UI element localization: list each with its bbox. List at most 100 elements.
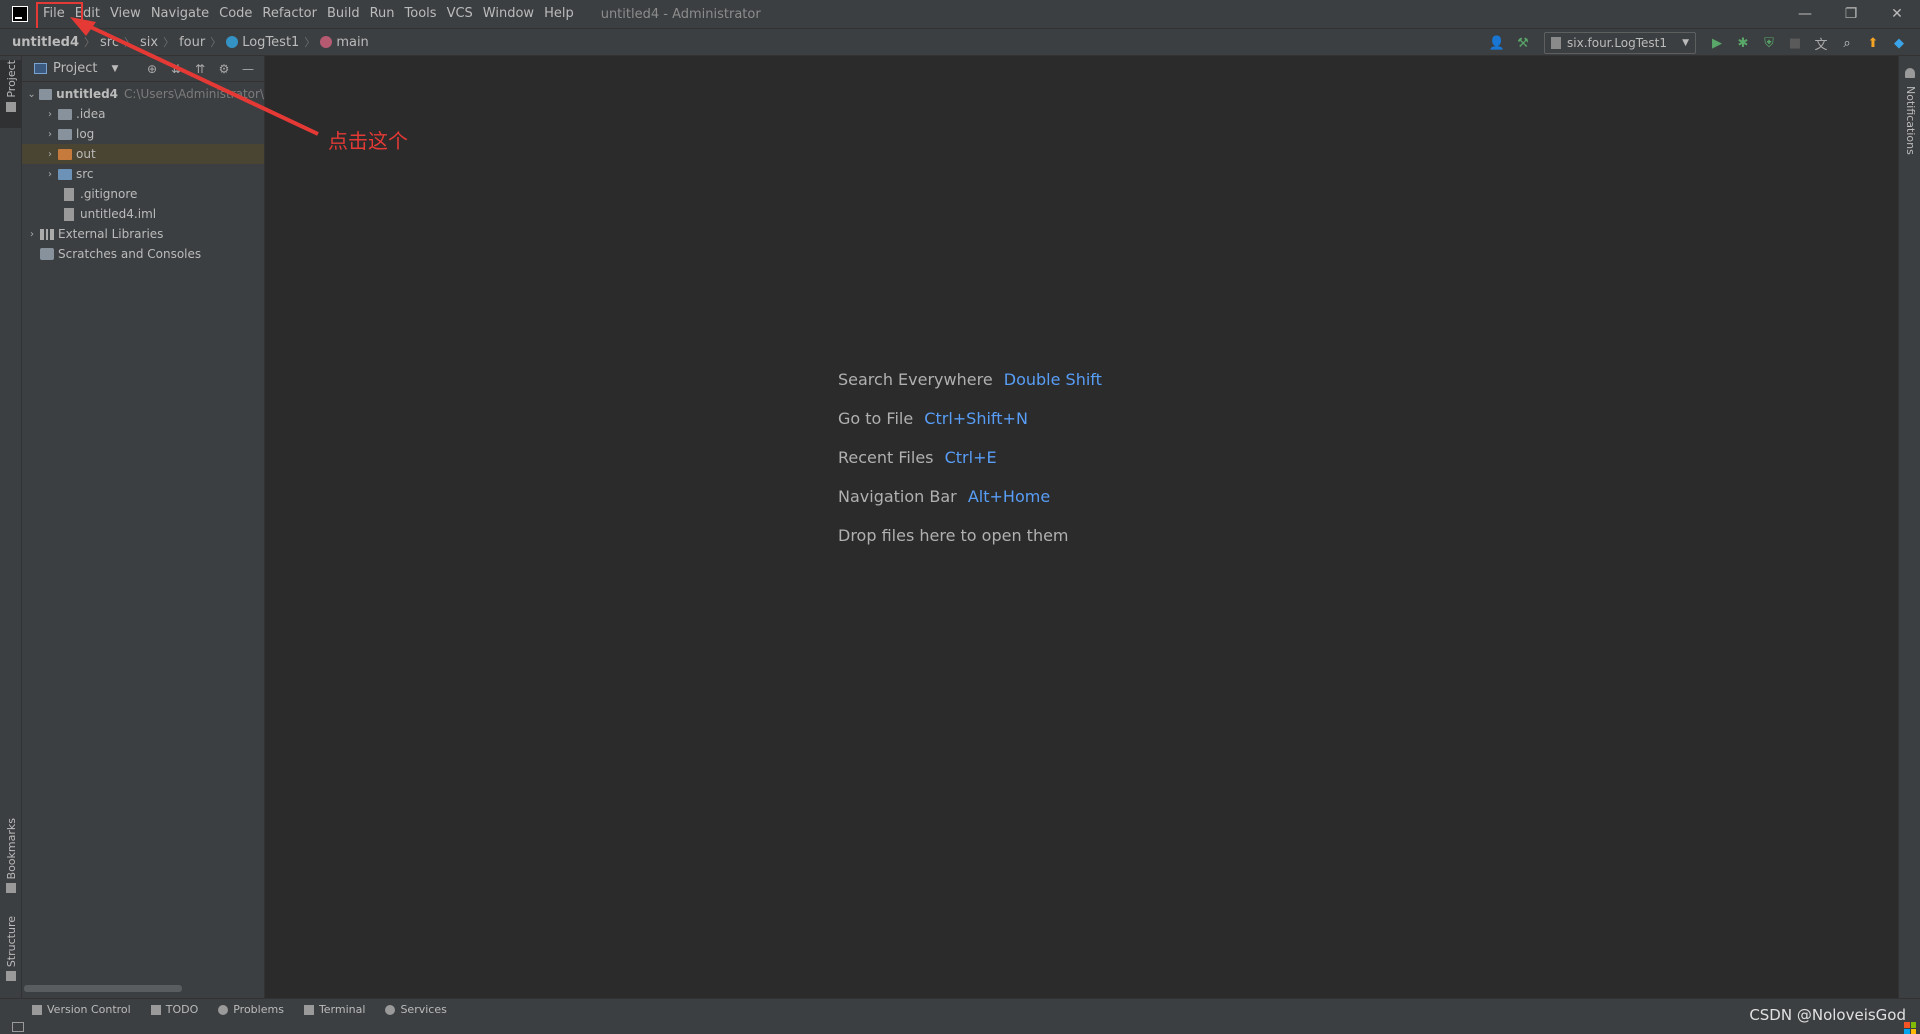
project-panel: Project ▼ ⊕ ⇊ ⇈ ⚙ — ⌄ untitled4 C:\Users… bbox=[22, 56, 265, 998]
intellij-logo-icon[interactable] bbox=[12, 6, 28, 22]
project-panel-header: Project ▼ ⊕ ⇊ ⇈ ⚙ — bbox=[22, 56, 264, 82]
project-path: C:\Users\Administrator\ bbox=[124, 87, 264, 101]
close-button[interactable]: ✕ bbox=[1874, 0, 1920, 28]
services-tab[interactable]: Services bbox=[385, 1003, 447, 1016]
hint-drop-files: Drop files here to open them bbox=[838, 526, 1102, 565]
menu-file[interactable]: File bbox=[36, 0, 83, 30]
chevron-right-icon[interactable]: › bbox=[42, 149, 58, 160]
menu-build[interactable]: Build bbox=[322, 0, 365, 28]
project-tool-tab[interactable]: Project bbox=[0, 60, 22, 128]
chevron-down-icon[interactable]: ▼ bbox=[111, 64, 118, 74]
tree-node-external-libraries[interactable]: › External Libraries bbox=[22, 224, 264, 244]
tree-node-gitignore[interactable]: .gitignore bbox=[22, 184, 264, 204]
update-icon[interactable]: ⬆ bbox=[1865, 35, 1881, 51]
breadcrumb-project[interactable]: untitled4 bbox=[12, 35, 79, 50]
breadcrumb-src[interactable]: src bbox=[100, 35, 119, 50]
locate-file-icon[interactable]: ⊕ bbox=[144, 61, 160, 77]
terminal-tab[interactable]: Terminal bbox=[303, 1003, 365, 1016]
problems-tab[interactable]: Problems bbox=[218, 1003, 284, 1016]
menu-vcs[interactable]: VCS bbox=[442, 0, 478, 28]
stop-icon[interactable]: ■ bbox=[1787, 35, 1803, 51]
hint-shortcut: Ctrl+Shift+N bbox=[924, 409, 1028, 428]
horizontal-scrollbar[interactable] bbox=[24, 985, 182, 992]
coverage-icon[interactable]: ⛨ bbox=[1761, 35, 1777, 51]
chevron-down-icon: ▼ bbox=[1682, 38, 1689, 48]
problems-label: Problems bbox=[233, 1003, 284, 1016]
run-configuration-select[interactable]: six.four.LogTest1 ▼ bbox=[1544, 32, 1696, 54]
toolbar-right: 👤 ⚒ six.four.LogTest1 ▼ ▶ ✱ ⛨ ■ 文 ⌕ ⬆ ◆ bbox=[1484, 29, 1912, 57]
user-icon[interactable]: 👤 bbox=[1489, 35, 1505, 51]
bookmarks-tool-tab[interactable]: Bookmarks bbox=[0, 818, 22, 898]
tree-node-iml[interactable]: untitled4.iml bbox=[22, 204, 264, 224]
todo-tab[interactable]: TODO bbox=[150, 1003, 199, 1016]
tree-node-label: untitled4.iml bbox=[80, 207, 157, 221]
tree-node-label: out bbox=[76, 147, 96, 161]
annotation-text: 点击这个 bbox=[328, 129, 408, 153]
editor-area[interactable]: Search Everywhere Double Shift Go to Fil… bbox=[265, 56, 1898, 998]
tree-node-label: src bbox=[76, 167, 94, 181]
layout-toggle-icon[interactable] bbox=[12, 1022, 24, 1032]
tree-node-out[interactable]: › out bbox=[22, 144, 264, 164]
tree-node-scratches[interactable]: Scratches and Consoles bbox=[22, 244, 264, 264]
menu-run[interactable]: Run bbox=[365, 0, 400, 28]
chevron-down-icon[interactable]: ⌄ bbox=[24, 89, 39, 100]
structure-tool-tab[interactable]: Structure bbox=[0, 916, 22, 986]
chevron-right-icon[interactable]: › bbox=[42, 129, 58, 140]
hint-label: Navigation Bar bbox=[838, 487, 957, 506]
windows-logo-icon bbox=[1904, 1022, 1916, 1034]
navigation-bar: untitled4 〉 src 〉 six 〉 four 〉 LogTest1 … bbox=[0, 28, 1920, 56]
module-folder-icon bbox=[39, 88, 53, 100]
bookmark-icon bbox=[6, 883, 16, 894]
chevron-right-icon[interactable]: › bbox=[42, 109, 58, 120]
method-icon bbox=[320, 36, 333, 48]
structure-tool-label: Structure bbox=[4, 916, 18, 968]
bottom-tool-bar: Version Control TODO Problems Terminal S… bbox=[0, 998, 1920, 1020]
branch-icon bbox=[32, 1004, 42, 1015]
minimize-button[interactable]: — bbox=[1782, 0, 1828, 28]
menu-refactor[interactable]: Refactor bbox=[257, 0, 322, 28]
status-bar bbox=[0, 1020, 1920, 1034]
run-icon[interactable]: ▶ bbox=[1709, 35, 1725, 51]
breadcrumb-class[interactable]: LogTest1 bbox=[226, 35, 299, 50]
scratches-icon bbox=[40, 248, 54, 260]
translate-icon[interactable]: 文 bbox=[1813, 35, 1829, 53]
tree-node-label: Scratches and Consoles bbox=[58, 247, 202, 261]
menu-help[interactable]: Help bbox=[539, 0, 579, 28]
watermark: CSDN @NoloveisGod bbox=[1749, 1006, 1906, 1024]
gear-icon[interactable]: ⚙ bbox=[216, 61, 232, 77]
menu-navigate[interactable]: Navigate bbox=[146, 0, 214, 28]
project-tree: ⌄ untitled4 C:\Users\Administrator\ › .i… bbox=[22, 82, 264, 264]
notifications-tool-label[interactable]: Notifications bbox=[1904, 86, 1917, 155]
build-hammer-icon[interactable]: ⚒ bbox=[1515, 35, 1531, 51]
tree-node-idea[interactable]: › .idea bbox=[22, 104, 264, 124]
breadcrumb-four[interactable]: four bbox=[179, 35, 205, 50]
version-control-tab[interactable]: Version Control bbox=[32, 1003, 131, 1016]
tree-node-src[interactable]: › src bbox=[22, 164, 264, 184]
menu-view[interactable]: View bbox=[105, 0, 146, 28]
tree-node-project-root[interactable]: ⌄ untitled4 C:\Users\Administrator\ bbox=[22, 84, 264, 104]
project-panel-title[interactable]: Project bbox=[53, 61, 97, 76]
plugin-icon[interactable]: ◆ bbox=[1891, 35, 1907, 51]
chevron-right-icon[interactable]: › bbox=[24, 229, 40, 240]
tree-node-label: .gitignore bbox=[80, 187, 138, 201]
chevron-right-icon: 〉 bbox=[163, 36, 175, 49]
tree-node-log[interactable]: › log bbox=[22, 124, 264, 144]
restore-button[interactable]: ❐ bbox=[1828, 0, 1874, 28]
hint-label: Recent Files bbox=[838, 448, 934, 467]
collapse-all-icon[interactable]: ⇈ bbox=[192, 61, 208, 77]
chevron-right-icon[interactable]: › bbox=[42, 169, 58, 180]
debug-icon[interactable]: ✱ bbox=[1735, 35, 1751, 51]
bell-icon[interactable] bbox=[1905, 68, 1915, 78]
menu-window[interactable]: Window bbox=[478, 0, 539, 28]
hint-shortcut: Alt+Home bbox=[967, 487, 1051, 506]
menu-code[interactable]: Code bbox=[214, 0, 257, 28]
todo-label: TODO bbox=[165, 1003, 199, 1016]
project-view-icon bbox=[34, 63, 47, 74]
window-title: untitled4 - Administrator bbox=[600, 6, 761, 22]
breadcrumb-six[interactable]: six bbox=[140, 35, 158, 50]
expand-all-icon[interactable]: ⇊ bbox=[168, 61, 184, 77]
menu-tools[interactable]: Tools bbox=[400, 0, 442, 28]
breadcrumb-method[interactable]: main bbox=[320, 35, 369, 50]
search-icon[interactable]: ⌕ bbox=[1839, 35, 1855, 51]
hide-panel-icon[interactable]: — bbox=[240, 61, 256, 77]
